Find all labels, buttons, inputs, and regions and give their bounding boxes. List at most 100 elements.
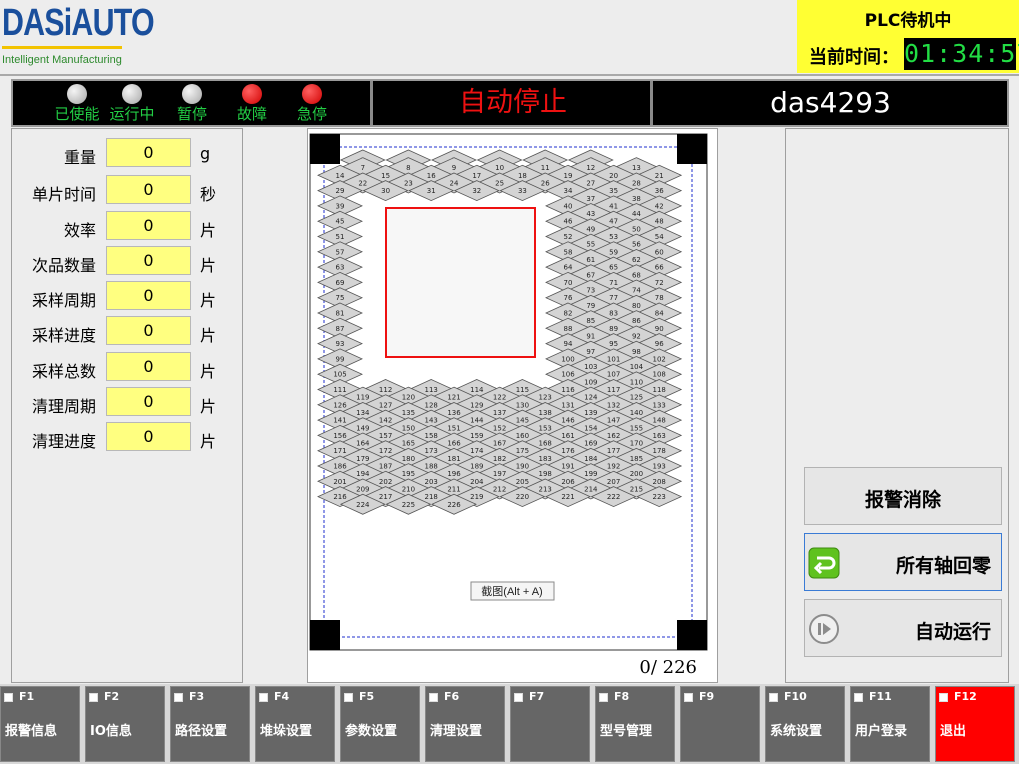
tray-slot-number: 197	[493, 470, 506, 478]
tray-slot-number: 61	[586, 256, 595, 264]
function-key-bar: F1 报警信息 F2 IO信息 F3 路径设置 F4 堆垛设置 F5 参数设置 …	[0, 684, 1019, 764]
tray-slot-number: 176	[561, 447, 575, 455]
tray-slot-number: 53	[609, 233, 618, 241]
tray-slot-number: 186	[333, 463, 347, 471]
param-label: 单片时间	[31, 185, 96, 204]
tray-slot-number: 76	[564, 294, 573, 302]
fkey-f10-system-settings[interactable]: F10 系统设置	[765, 686, 845, 762]
tray-slot-number: 36	[655, 187, 664, 195]
tray-slot-number: 67	[586, 271, 595, 279]
fkey-f3-path-settings[interactable]: F3 路径设置	[170, 686, 250, 762]
reset-alarm-button[interactable]: 报警消除	[804, 467, 1002, 525]
tray-slot-number: 28	[632, 179, 641, 187]
tray-slot-number: 85	[586, 317, 595, 325]
company-logo: DASiAUTO Intelligent Manufacturing	[0, 0, 155, 72]
tray-slot-number: 132	[607, 401, 620, 409]
tray-slot-number: 213	[539, 485, 552, 493]
fkey-checkbox-icon	[259, 693, 268, 702]
tray-slot-number: 206	[561, 478, 575, 486]
param-unit: 片	[200, 362, 217, 381]
tray-slot-number: 57	[336, 248, 345, 256]
tray-slot-number: 195	[402, 470, 415, 478]
fkey-number: F10	[784, 690, 807, 703]
fkey-f5-parameter-settings[interactable]: F5 参数设置	[340, 686, 420, 762]
fkey-f1-alarm-info[interactable]: F1 报警信息	[0, 686, 80, 762]
param-unit: g	[200, 144, 211, 163]
indicator-paused: 暂停	[162, 81, 222, 127]
tray-slot-number: 77	[609, 294, 618, 302]
tray-slot-number: 60	[655, 248, 664, 256]
fkey-f2-io-info[interactable]: F2 IO信息	[85, 686, 165, 762]
tray-slot-number: 70	[564, 279, 573, 287]
tray-slot-number: 204	[470, 478, 484, 486]
tray-slot-number: 23	[404, 179, 413, 187]
tray-slot-number: 201	[333, 478, 346, 486]
param-label: 清理进度	[31, 432, 96, 451]
fkey-label: 退出	[940, 724, 967, 739]
tray-slot-number: 9	[452, 164, 456, 172]
tray-slot-number: 194	[356, 470, 370, 478]
fkey-label: 清理设置	[430, 724, 483, 739]
fkey-f7[interactable]: F7	[510, 686, 590, 762]
tray-slot-number: 98	[632, 348, 641, 356]
fkey-f11-user-login[interactable]: F11 用户登录	[850, 686, 930, 762]
corner-marker	[310, 134, 340, 164]
tray-slot-number: 26	[541, 179, 550, 187]
indicator-lamp-icon	[182, 84, 202, 104]
param-label: 采样周期	[31, 291, 96, 310]
param-row-sample-progress: 采样进度 0 片	[12, 316, 244, 346]
tray-slot-number: 226	[447, 501, 461, 509]
fkey-f12-exit[interactable]: F12 退出	[935, 686, 1015, 762]
run-mode-text: 自动停止	[459, 87, 567, 118]
tray-slot-number: 81	[336, 310, 345, 318]
fkey-checkbox-icon	[429, 693, 438, 702]
tray-slot-number: 144	[470, 417, 484, 425]
tray-slot-number: 45	[336, 218, 345, 226]
tray-slot-number: 83	[609, 310, 618, 318]
tray-slot-number: 8	[406, 164, 410, 172]
status-separator	[370, 81, 373, 125]
tray-slot-number: 214	[584, 485, 598, 493]
fkey-checkbox-icon	[939, 693, 948, 702]
tray-slot-number: 129	[470, 401, 483, 409]
tray-slot-number: 41	[609, 202, 618, 210]
tray-slot-number: 149	[356, 424, 369, 432]
tray-slot-number: 155	[630, 424, 643, 432]
tray-slot-number: 19	[564, 172, 573, 180]
home-all-label: 所有轴回零	[895, 555, 991, 577]
fkey-label: 型号管理	[600, 724, 653, 739]
param-unit: 片	[200, 326, 217, 345]
tray-slot-number: 137	[493, 409, 506, 417]
logo-bar	[2, 46, 122, 49]
tray-slot-number: 56	[632, 241, 641, 249]
tray-slot-number: 88	[564, 325, 573, 333]
param-label: 采样总数	[31, 362, 96, 381]
tray-slot-number: 209	[356, 485, 369, 493]
tray-slot-number: 142	[379, 417, 392, 425]
tray-slot-number: 14	[336, 172, 345, 180]
tray-slot-number: 178	[653, 447, 666, 455]
header-divider	[0, 74, 1019, 76]
fkey-f8-model-management[interactable]: F8 型号管理	[595, 686, 675, 762]
fkey-checkbox-icon	[684, 693, 693, 702]
tray-slot-number: 225	[402, 501, 415, 509]
tray-slot-number: 43	[586, 210, 595, 218]
auto-run-button[interactable]: 自动运行	[804, 599, 1002, 657]
digital-clock: 01:34:57	[904, 38, 1019, 70]
param-row-defects: 次品数量 0 片	[12, 246, 244, 276]
fkey-number: F7	[529, 690, 545, 703]
fkey-f4-stacking-settings[interactable]: F4 堆垛设置	[255, 686, 335, 762]
home-all-axes-button[interactable]: 所有轴回零	[804, 533, 1002, 591]
tray-slot-number: 122	[493, 394, 506, 402]
tray-slot-number: 163	[653, 432, 666, 440]
tray-slot-number: 47	[609, 218, 618, 226]
indicator-label: 运行中	[109, 105, 155, 123]
fkey-f9[interactable]: F9	[680, 686, 760, 762]
indicator-lamp-icon	[67, 84, 87, 104]
tooltip-text: 截图(Alt + A)	[481, 584, 542, 598]
tray-slot-number: 59	[609, 248, 618, 256]
fkey-f6-cleaning-settings[interactable]: F6 清理设置	[425, 686, 505, 762]
return-arrow-icon	[808, 547, 840, 579]
tray-slot-number: 185	[630, 455, 643, 463]
parameter-panel: 重量 0 g 单片时间 0 秒 效率 0 片 次品数量 0 片 采样周期 0 片…	[11, 128, 243, 683]
